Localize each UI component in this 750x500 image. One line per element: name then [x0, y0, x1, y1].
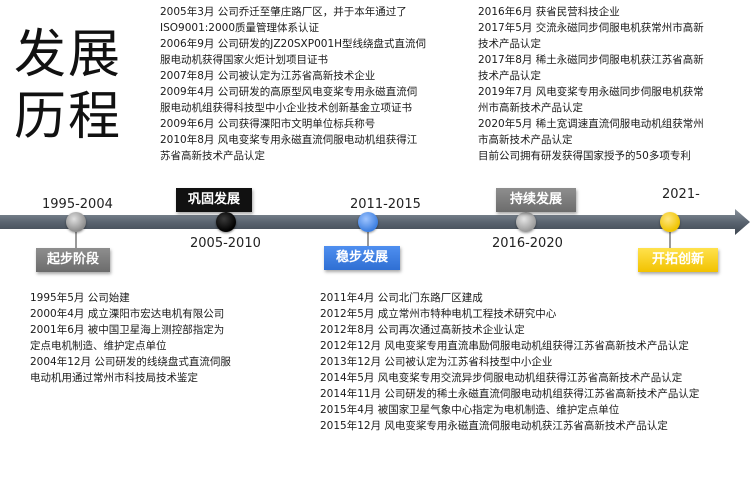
event-line: 2010年8月 风电变桨专用永磁直流伺服电动机组获得江: [160, 134, 418, 146]
event-line: 2001年6月 被中国卫星海上测控部指定为: [30, 324, 225, 336]
event-line: 技术产品认定: [478, 38, 541, 50]
event-line: 2017年5月 交流永磁同步伺服电机获常州市高新: [478, 22, 704, 34]
stage-badge-sustained-growth: 持续发展: [496, 188, 576, 212]
event-line: 2007年8月 公司被认定为江苏省高新技术企业: [160, 70, 376, 82]
events-2011-2015: 2011年4月 公司北门东路厂区建成 2012年5月 成立常州市特种电机工程技术…: [320, 290, 699, 434]
stage-badge-steady-growth: 稳步发展: [324, 246, 400, 270]
event-line: 2000年4月 成立溧阳市宏达电机有限公司: [30, 308, 225, 320]
event-line: 2009年6月 公司获得溧阳市文明单位标兵称号: [160, 118, 376, 130]
event-line: 2020年5月 稀土宽调速直流伺服电动机组获常州: [478, 118, 704, 130]
event-line: 电动机用通过常州市科技局技术鉴定: [30, 372, 198, 384]
event-line: 2011年4月 公司北门东路厂区建成: [320, 292, 483, 304]
period-2005-2010: 2005-2010: [190, 236, 261, 251]
milestone-dot-1995: [66, 212, 86, 232]
page-title-line-1: 发展: [14, 25, 123, 85]
page-title: 发展 历程: [14, 24, 134, 148]
event-line: 市高新技术产品认定: [478, 134, 573, 146]
event-line: 州市高新技术产品认定: [478, 102, 583, 114]
period-2011-2015: 2011-2015: [350, 197, 421, 212]
stage-connector: [669, 232, 671, 248]
events-2005-2010: 2005年3月 公司乔迁至肇庄路厂区，并于本年通过了 ISO9001:2000质…: [160, 4, 426, 164]
event-line: 2012年5月 成立常州市特种电机工程技术研究中心: [320, 308, 557, 320]
event-line: 定点电机制造、维护定点单位: [30, 340, 167, 352]
stage-badge-consolidation: 巩固发展: [176, 188, 252, 212]
period-2021: 2021-: [662, 187, 700, 202]
event-line: 技术产品认定: [478, 70, 541, 82]
event-line: 2017年8月 稀土永磁同步伺服电机获江苏省高新: [478, 54, 704, 66]
events-1995-2004: 1995年5月 公司始建 2000年4月 成立溧阳市宏达电机有限公司 2001年…: [30, 290, 231, 386]
event-line: 目前公司拥有研发获得国家授予的50多项专利: [478, 150, 691, 162]
event-line: 2014年11月 公司研发的稀土永磁直流伺服电动机组获得江苏省高新技术产品认定: [320, 388, 700, 400]
event-line: 服电动机获得国家火炬计划项目证书: [160, 54, 328, 66]
event-line: 1995年5月 公司始建: [30, 292, 130, 304]
stage-badge-innovation: 开拓创新: [638, 248, 718, 272]
milestone-dot-2005: [216, 212, 236, 232]
event-line: 2005年3月 公司乔迁至肇庄路厂区，并于本年通过了: [160, 6, 407, 18]
stage-connector: [367, 232, 369, 246]
page-title-line-2: 历程: [14, 87, 123, 147]
event-line: 2013年12月 公司被认定为江苏省科技型中小企业: [320, 356, 553, 368]
stage-connector: [75, 232, 77, 248]
period-2016-2020: 2016-2020: [492, 236, 563, 251]
period-1995-2004: 1995-2004: [42, 197, 113, 212]
event-line: 2012年12月 风电变桨专用直流串励伺服电动机组获得江苏省高新技术产品认定: [320, 340, 689, 352]
event-line: 2019年7月 风电变桨专用永磁同步伺服电机获常: [478, 86, 704, 98]
event-line: 2006年9月 公司研发的JZ20SXP001H型线绕盘式直流伺: [160, 38, 427, 50]
event-line: 2004年12月 公司研发的线绕盘式直流伺服: [30, 356, 231, 368]
event-line: ISO9001:2000质量管理体系认证: [160, 22, 320, 34]
events-2016-2020: 2016年6月 获省民营科技企业 2017年5月 交流永磁同步伺服电机获常州市高…: [478, 4, 704, 164]
event-line: 苏省高新技术产品认定: [160, 150, 265, 162]
event-line: 2009年4月 公司研发的高原型风电变桨专用永磁直流伺: [160, 86, 418, 98]
event-line: 2012年8月 公司再次通过高新技术企业认定: [320, 324, 525, 336]
event-line: 2014年5月 风电变桨专用交流异步伺服电动机组获得江苏省高新技术产品认定: [320, 372, 683, 384]
milestone-dot-2011: [358, 212, 378, 232]
event-line: 2016年6月 获省民营科技企业: [478, 6, 620, 18]
stage-badge-startup: 起步阶段: [36, 248, 110, 272]
milestone-dot-2021: [660, 212, 680, 232]
event-line: 2015年12月 风电变桨专用永磁直流伺服电动机获江苏省高新技术产品认定: [320, 420, 668, 432]
milestone-dot-2016: [516, 212, 536, 232]
event-line: 服电动机组获得科技型中小企业技术创新基金立项证书: [160, 102, 412, 114]
event-line: 2015年4月 被国家卫星气象中心指定为电机制造、维护定点单位: [320, 404, 620, 416]
